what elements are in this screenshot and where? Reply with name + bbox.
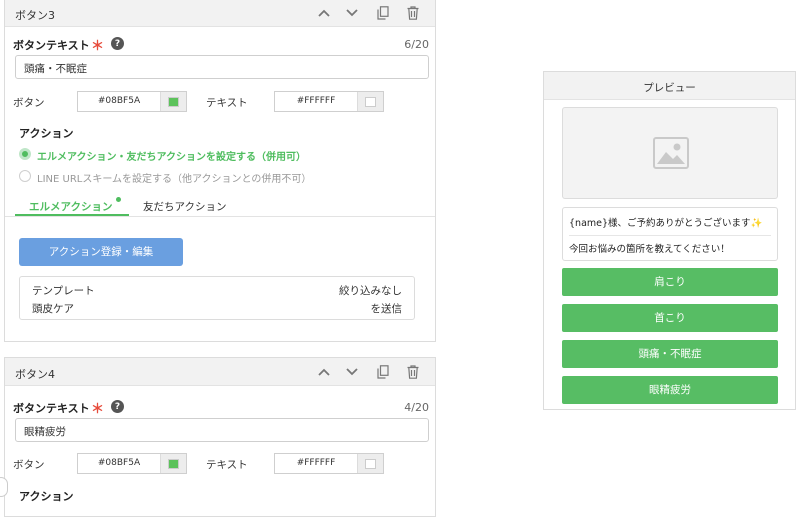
table-row1-right: 絞り込みなし xyxy=(339,285,402,297)
radio-line-url[interactable] xyxy=(19,170,31,182)
button-color-field[interactable]: #08BF5A xyxy=(77,453,187,474)
button-color-label: ボタン xyxy=(13,97,45,109)
table-row2-left: 頭皮ケア xyxy=(32,303,74,315)
image-placeholder-icon xyxy=(653,137,689,172)
button3-text-input[interactable]: 頭痛・不眠症 xyxy=(15,55,429,79)
button-color-field[interactable]: #08BF5A xyxy=(77,91,187,112)
button3-panel: ボタン3 ボタンテキスト ＊ ? 6/20 頭痛・不眠症 ボタン #08BF5A… xyxy=(4,0,436,342)
action-register-label: アクション登録・編集 xyxy=(48,246,154,258)
button4-panel: ボタン4 ボタンテキスト ＊ ? 4/20 眼精疲労 ボタン #08BF5A テ… xyxy=(4,357,436,517)
preview-title: プレビュー xyxy=(643,82,696,94)
required-mark: ＊ xyxy=(91,402,105,417)
text-color-swatch[interactable] xyxy=(357,454,383,473)
chevron-down-icon[interactable] xyxy=(343,363,361,381)
button4-title: ボタン4 xyxy=(15,368,55,381)
text-color-label: テキスト xyxy=(206,459,248,471)
copy-icon[interactable] xyxy=(374,4,392,22)
radio-elme-action[interactable] xyxy=(19,148,31,160)
message-line2: 今回お悩みの箇所を教えてください！ xyxy=(569,244,730,255)
chevron-up-icon[interactable] xyxy=(315,363,333,381)
radio-elme-action-label[interactable]: エルメアクション・友だちアクションを設定する（併用可） xyxy=(37,148,306,163)
button-color-label: ボタン xyxy=(13,459,45,471)
text-color-swatch[interactable] xyxy=(357,92,383,111)
help-icon[interactable]: ? xyxy=(111,400,124,413)
preview-button-4[interactable]: 眼精疲労 xyxy=(562,376,778,404)
button4-header: ボタン4 xyxy=(5,358,435,386)
button-text-label: ボタンテキスト xyxy=(13,402,90,415)
button-color-value: #08BF5A xyxy=(97,458,141,468)
action-summary-table: テンプレート 絞り込みなし 頭皮ケア を送信 xyxy=(19,276,415,320)
text-color-value: #FFFFFF xyxy=(296,96,336,106)
button-color-value: #08BF5A xyxy=(97,96,141,106)
chevron-up-icon[interactable] xyxy=(315,4,333,22)
copy-icon[interactable] xyxy=(374,363,392,381)
table-row2-right: を送信 xyxy=(370,303,403,315)
tab-elme-action[interactable]: エルメアクション xyxy=(29,199,112,214)
table-row1-left: テンプレート xyxy=(32,285,95,297)
button3-title: ボタン3 xyxy=(15,9,55,22)
preview-button-3[interactable]: 頭痛・不眠症 xyxy=(562,340,778,368)
image-placeholder xyxy=(562,107,778,199)
char-counter: 4/20 xyxy=(404,401,429,414)
action-register-button[interactable]: アクション登録・編集 xyxy=(19,238,183,266)
text-color-label: テキスト xyxy=(206,97,248,109)
text-color-field[interactable]: #FFFFFF xyxy=(274,453,384,474)
button-text-label: ボタンテキスト xyxy=(13,39,90,52)
button4-text-input[interactable]: 眼精疲労 xyxy=(15,418,429,442)
button-color-swatch[interactable] xyxy=(160,92,186,111)
text-color-value: #FFFFFF xyxy=(296,458,336,468)
action-heading: アクション xyxy=(19,127,74,140)
action-heading: アクション xyxy=(19,490,74,503)
message-divider xyxy=(569,235,771,236)
radio-line-url-label[interactable]: LINE URLスキームを設定する（他アクションとの併用不可） xyxy=(37,170,311,185)
preview-button-1[interactable]: 肩こり xyxy=(562,268,778,296)
help-icon[interactable]: ? xyxy=(111,37,124,50)
preview-panel: プレビュー {name}様、ご予約ありがとうございます✨ 今回お悩みの箇所を教え… xyxy=(543,71,796,410)
text-color-field[interactable]: #FFFFFF xyxy=(274,91,384,112)
tab-divider xyxy=(5,216,435,217)
message-line1: {name}様、ご予約ありがとうございます✨ xyxy=(569,218,763,229)
trash-icon[interactable] xyxy=(404,4,422,22)
chevron-down-icon[interactable] xyxy=(343,4,361,22)
preview-button-2[interactable]: 首こり xyxy=(562,304,778,332)
tab-friend-action[interactable]: 友だちアクション xyxy=(143,199,226,214)
required-mark: ＊ xyxy=(91,39,105,54)
preview-header: プレビュー xyxy=(544,72,795,100)
tab-active-dot xyxy=(116,197,121,202)
trash-icon[interactable] xyxy=(404,363,422,381)
char-counter: 6/20 xyxy=(404,38,429,51)
button3-header: ボタン3 xyxy=(5,0,435,27)
button-color-swatch[interactable] xyxy=(160,454,186,473)
message-card: {name}様、ご予約ありがとうございます✨ 今回お悩みの箇所を教えてください！ xyxy=(562,207,778,261)
